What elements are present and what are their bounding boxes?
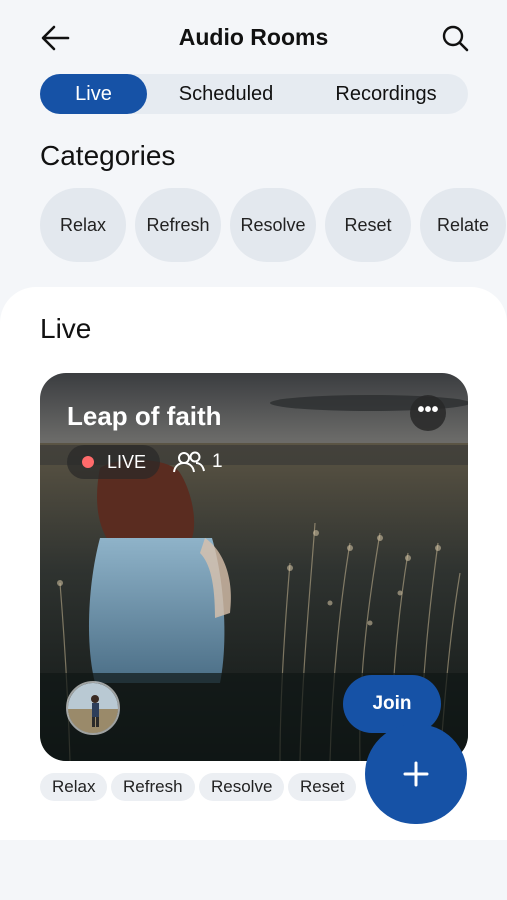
more-options-button[interactable]: ••• bbox=[410, 395, 446, 431]
search-button[interactable] bbox=[439, 22, 471, 54]
category-chip-relate[interactable]: Relate bbox=[420, 188, 506, 262]
create-room-button[interactable] bbox=[365, 724, 467, 824]
room-tabs: Live Scheduled Recordings bbox=[40, 74, 468, 114]
room-tag: Refresh bbox=[111, 773, 195, 801]
live-section-heading: Live bbox=[40, 313, 92, 344]
tab-live[interactable]: Live bbox=[40, 74, 147, 114]
category-chip-refresh[interactable]: Refresh bbox=[135, 188, 221, 262]
category-chip-relax[interactable]: Relax bbox=[40, 188, 126, 262]
live-status-badge: LIVE bbox=[67, 445, 161, 479]
people-icon bbox=[173, 451, 205, 473]
categories-heading: Categories bbox=[40, 140, 176, 171]
host-avatar[interactable] bbox=[66, 681, 120, 735]
category-chip-resolve[interactable]: Resolve bbox=[230, 188, 316, 262]
room-card[interactable]: Leap of faith ••• LIVE 1 Join bbox=[40, 373, 468, 761]
live-dot-icon bbox=[82, 456, 94, 468]
listener-count: 1 bbox=[172, 445, 223, 479]
search-icon bbox=[442, 25, 469, 52]
more-horizontal-icon: ••• bbox=[417, 399, 439, 421]
room-tag: Relax bbox=[40, 773, 108, 801]
room-tags: Relax Refresh Resolve Reset bbox=[40, 773, 380, 801]
category-chips: Relax Refresh Resolve Reset Relate bbox=[40, 188, 507, 262]
live-status-label: LIVE bbox=[107, 452, 147, 472]
page-title: Audio Rooms bbox=[178, 24, 329, 50]
room-tag: Resolve bbox=[199, 773, 285, 801]
room-title: Leap of faith bbox=[67, 401, 222, 431]
room-tag: Reset bbox=[288, 773, 357, 801]
listener-count-value: 1 bbox=[212, 451, 223, 472]
bottom-area bbox=[0, 840, 507, 900]
host-photo bbox=[68, 683, 118, 733]
tab-scheduled[interactable]: Scheduled bbox=[157, 74, 295, 114]
tab-recordings[interactable]: Recordings bbox=[312, 74, 460, 114]
category-chip-reset[interactable]: Reset bbox=[325, 188, 411, 262]
top-app-bar: Audio Rooms bbox=[0, 0, 507, 76]
plus-icon bbox=[403, 761, 429, 787]
